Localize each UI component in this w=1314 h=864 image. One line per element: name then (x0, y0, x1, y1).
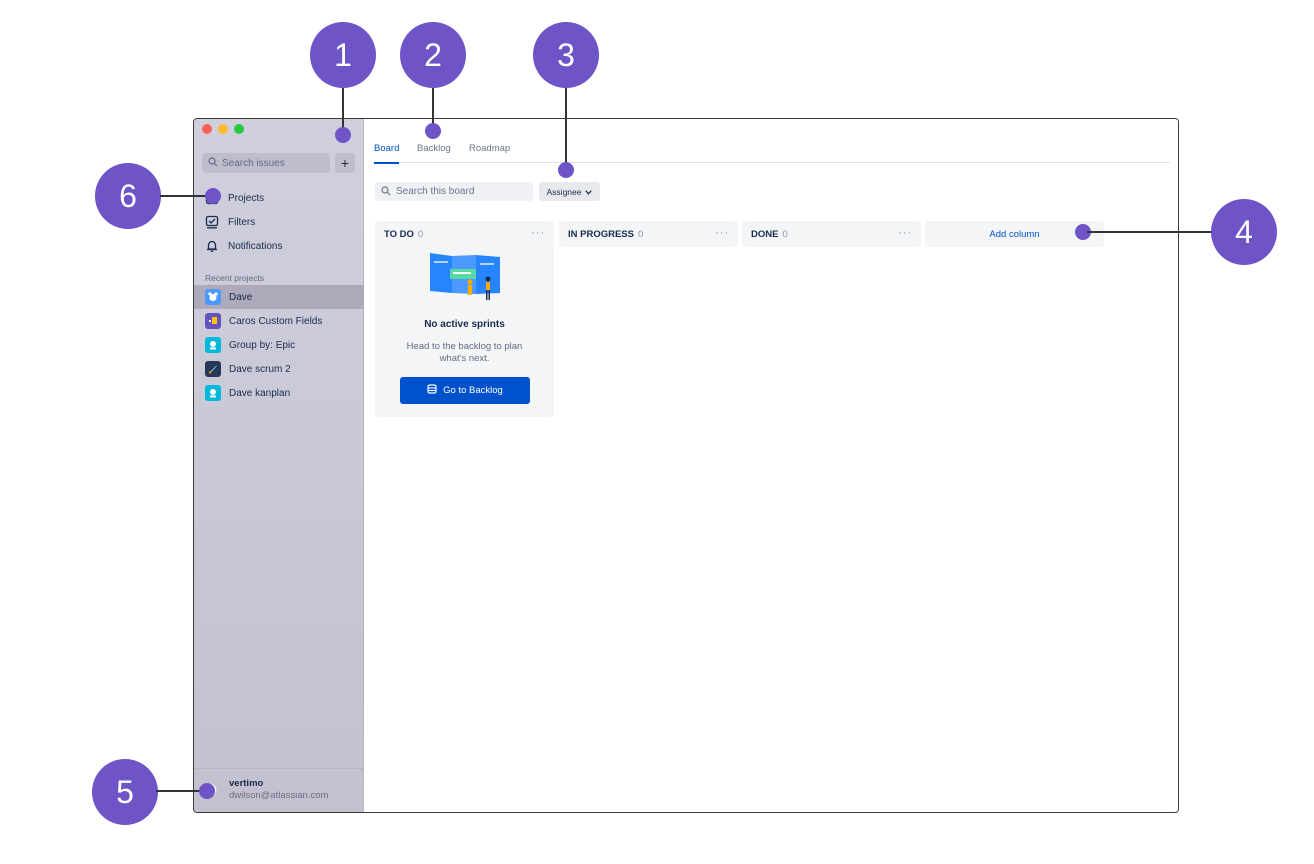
caros-project-icon (205, 313, 221, 329)
backlog-icon (427, 384, 437, 397)
nav-item-filters[interactable]: Filters (204, 213, 255, 231)
empty-sprint-illustration (428, 251, 502, 308)
go-to-backlog-button[interactable]: Go to Backlog (400, 377, 530, 404)
plus-icon: + (340, 155, 350, 171)
column-title: TO DO (384, 229, 414, 240)
column-title: IN PROGRESS (568, 229, 634, 240)
tab-bar: Board Backlog Roadmap (374, 143, 1170, 164)
nav-item-label: Filters (228, 216, 256, 228)
nav-item-notifications[interactable]: Notifications (204, 237, 282, 255)
bell-icon (204, 238, 220, 254)
more-icon: ··· (715, 227, 729, 239)
chevron-down-icon (585, 187, 593, 197)
user-name: vertimo (229, 778, 264, 789)
close-window-button[interactable] (202, 124, 212, 134)
user-profile[interactable]: vertimo dwilson@atlassian.com (194, 768, 364, 812)
callout-number: 5 (116, 773, 134, 810)
callout-badge-1: 1 (310, 22, 376, 88)
project-label: Dave (229, 291, 253, 303)
recent-projects-heading: Recent projects (205, 273, 265, 283)
callout-dot-2 (425, 123, 441, 139)
search-icon (381, 183, 391, 201)
column-header-in-progress: IN PROGRESS 0 (568, 229, 643, 240)
nav-item-label: Notifications (228, 240, 283, 252)
window-controls (202, 124, 244, 134)
column-title: DONE (751, 229, 779, 240)
kanplan-project-icon (205, 385, 221, 401)
main-panel: Board Backlog Roadmap Assignee TO DO0 ··… (365, 119, 1178, 812)
empty-state-title: No active sprints (424, 319, 505, 330)
callout-number: 3 (557, 36, 575, 73)
callout-number: 1 (334, 36, 352, 73)
column-todo: TO DO 0 ··· No active sprints Head to th… (375, 221, 554, 417)
callout-dot-1 (335, 127, 351, 143)
tab-roadmap[interactable]: Roadmap (469, 143, 510, 163)
callout-number: 6 (119, 177, 137, 214)
column-more-options-button[interactable]: ··· (531, 227, 545, 239)
column-count: 0 (417, 229, 424, 240)
column-count: 0 (782, 229, 788, 240)
callout-badge-4: 4 (1211, 199, 1277, 265)
maximize-window-button[interactable] (234, 124, 244, 134)
group-epic-project-icon (205, 337, 221, 353)
project-item-dave-scrum-2[interactable]: Dave scrum 2 (194, 357, 364, 381)
dave-project-icon (205, 289, 221, 305)
app-window: + Projects Filters Notifications Recent … (193, 118, 1179, 813)
board-search-input[interactable] (396, 186, 531, 197)
search-icon (208, 154, 218, 172)
sidebar: + Projects Filters Notifications Recent … (194, 119, 364, 812)
nav-item-label: Projects (228, 192, 265, 204)
callout-line-4 (1087, 231, 1213, 233)
callout-badge-6: 6 (95, 163, 161, 229)
more-icon: ··· (898, 227, 912, 239)
project-label: Dave kanplan (229, 387, 291, 399)
column-in-progress: IN PROGRESS 0 ··· (559, 221, 738, 247)
callout-line-3 (565, 88, 567, 168)
go-to-backlog-label: Go to Backlog (443, 385, 503, 396)
board-search-field[interactable] (375, 182, 533, 201)
column-header-todo: TO DO 0 (384, 229, 423, 240)
callout-dot-3 (558, 162, 574, 178)
project-label: Group by: Epic (229, 339, 296, 351)
callout-number: 2 (424, 36, 442, 73)
search-issues-input[interactable] (222, 157, 327, 169)
project-item-caros-custom-fields[interactable]: Caros Custom Fields (194, 309, 364, 333)
empty-state-description: Head to the backlog to plan what's next. (406, 341, 523, 364)
project-item-dave[interactable]: Dave (194, 285, 364, 309)
filter-icon (204, 214, 220, 230)
project-item-group-by-epic[interactable]: Group by: Epic (194, 333, 364, 357)
project-label: Dave scrum 2 (229, 363, 291, 375)
create-issue-button[interactable]: + (335, 153, 355, 173)
tab-backlog[interactable]: Backlog (417, 143, 451, 163)
user-email: dwilson@atlassian.com (229, 790, 329, 801)
tab-board[interactable]: Board (374, 143, 400, 164)
minimize-window-button[interactable] (218, 124, 228, 134)
column-more-options-button[interactable]: ··· (715, 227, 729, 239)
search-issues-field[interactable] (202, 153, 330, 173)
assignee-filter-dropdown[interactable]: Assignee (539, 182, 600, 201)
more-icon: ··· (531, 227, 545, 239)
callout-badge-5: 5 (92, 759, 158, 825)
column-count: 0 (638, 229, 644, 240)
project-label: Caros Custom Fields (229, 315, 323, 327)
column-header-done: DONE 0 (751, 229, 788, 240)
add-column-label: Add column (989, 228, 1040, 240)
callout-badge-2: 2 (400, 22, 466, 88)
column-more-options-button[interactable]: ··· (898, 227, 912, 239)
project-item-dave-kanplan[interactable]: Dave kanplan (194, 381, 364, 405)
callout-dot-5 (199, 783, 215, 799)
callout-number: 4 (1235, 213, 1253, 250)
callout-dot-6 (205, 188, 221, 204)
column-done: DONE 0 ··· (742, 221, 921, 247)
assignee-label: Assignee (546, 186, 582, 197)
callout-badge-3: 3 (533, 22, 599, 88)
rocket-project-icon (205, 361, 221, 377)
